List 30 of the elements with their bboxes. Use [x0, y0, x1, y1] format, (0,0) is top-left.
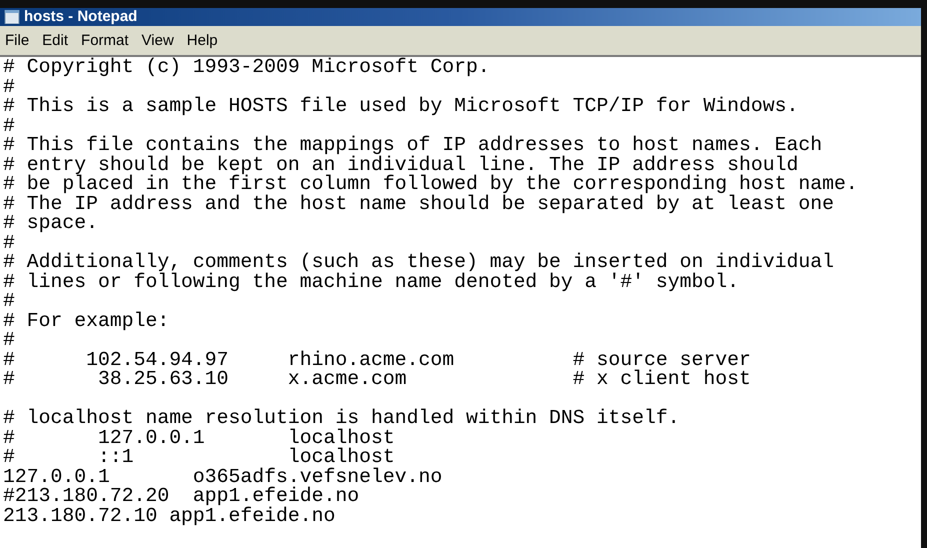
menu-item[interactable]: File	[5, 30, 30, 50]
notepad-icon	[4, 10, 20, 24]
text-line: #213.180.72.20 app1.efeide.no	[3, 487, 360, 506]
text-line: # The IP address and the host name should be separated by at least one	[3, 194, 834, 214]
text-line: # ::1 localhost	[3, 448, 395, 468]
text-line: # 102.54.94.97 rhino.acme.com # source server	[3, 350, 751, 370]
menu-item[interactable]: Format	[81, 30, 129, 50]
text-line: # lines or following the machine name denoted by a '#' symbol.	[3, 272, 739, 292]
text-line: # This is a sample HOSTS file used by Microsoft TCP/IP for Windows.	[3, 97, 798, 116]
menu-item[interactable]: Help	[186, 30, 218, 50]
text-line: #	[3, 234, 15, 253]
text-line: 127.0.0.1 o365adfs.vefsnelev.no	[3, 468, 442, 487]
text-line: # Additionally, comments (such as these) may be inserted on individual	[3, 253, 834, 272]
text-line: # entry should be kept on an individual line. The IP address should	[3, 156, 798, 175]
text-line: #	[3, 116, 15, 136]
text-line: # For example:	[3, 312, 170, 331]
menu-item[interactable]: Edit	[42, 30, 68, 50]
text-line: # Copyright (c) 1993-2009 Microsoft Corp.	[3, 58, 490, 78]
text-line: #	[3, 292, 15, 312]
text-line: # 127.0.0.1 localhost	[3, 428, 395, 448]
text-line: # localhost name resolution is handled within DNS itself.	[3, 409, 680, 428]
text-line: 213.180.72.10 app1.efeide.no	[3, 506, 336, 526]
text-line: #	[3, 78, 15, 97]
menu-item[interactable]: View	[142, 30, 174, 50]
text-line: #	[3, 331, 15, 350]
text-line: # This file contains the mappings of IP addresses to host names. Each	[3, 136, 822, 156]
text-line: # space.	[3, 214, 98, 234]
window-title: hosts - Notepad	[24, 8, 138, 26]
text-line: # be placed in the first column followed by the corresponding host name.	[3, 175, 858, 194]
text-line: # 38.25.63.10 x.acme.com # x client host	[3, 370, 751, 390]
